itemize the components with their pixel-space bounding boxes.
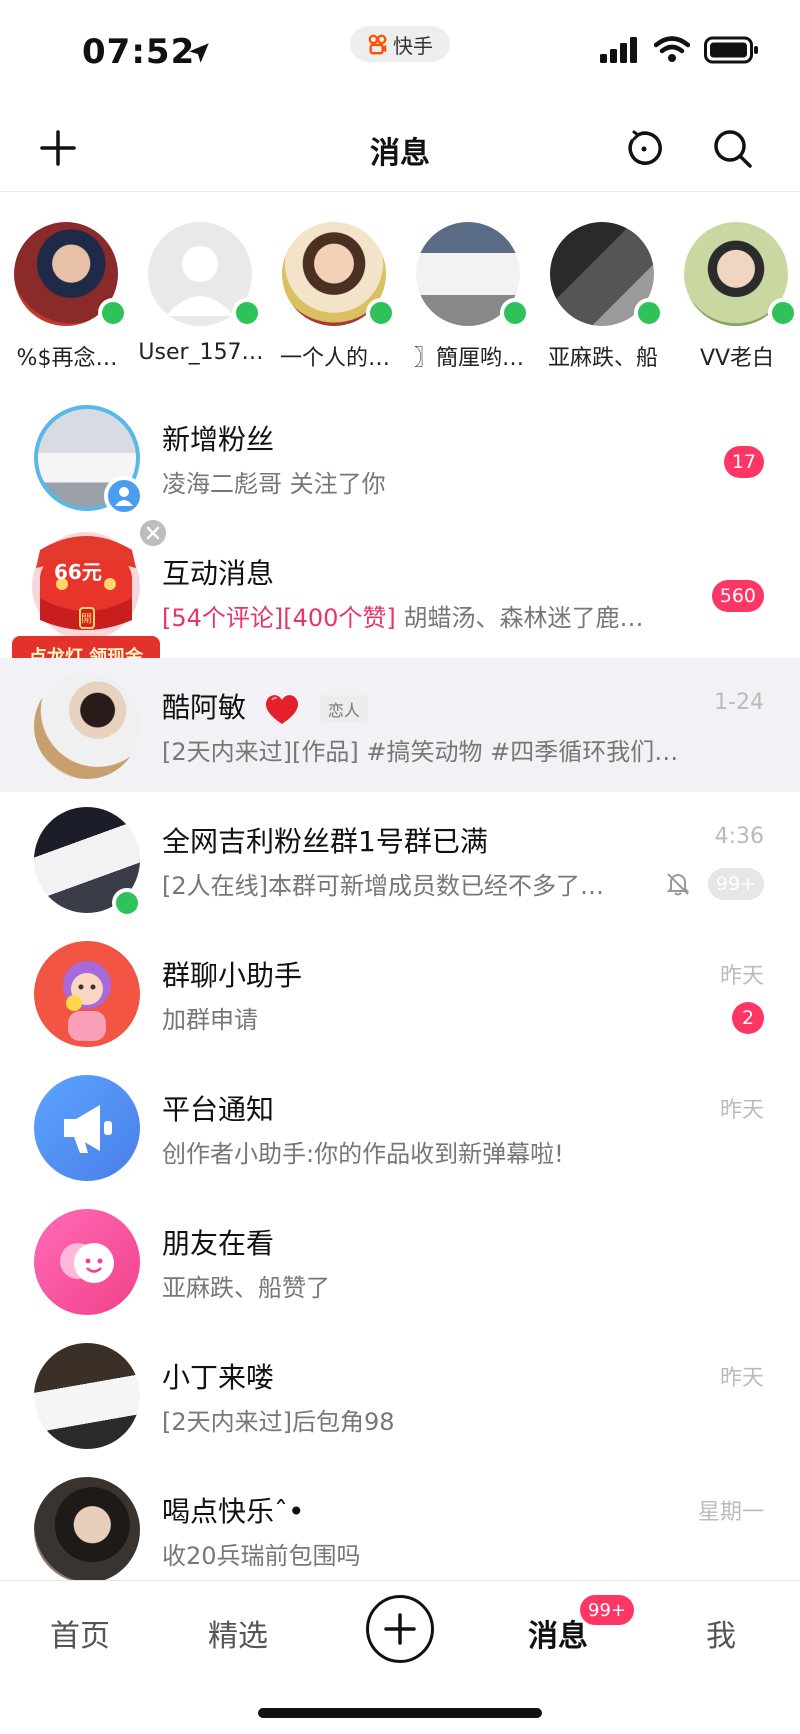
plus-icon [384,1613,416,1645]
message-time: 昨天 [719,1366,764,1391]
message-row-new-fans[interactable]: 新增粉丝 凌海二彪哥 关注了你 17 [0,390,800,524]
story-name: %$再念… [16,346,118,368]
close-icon[interactable] [140,520,166,546]
message-row-group[interactable]: 全网吉利粉丝群1号群已满 [2人在线]本群可新增成员数已经不多了… 4:36 9… [0,792,800,926]
create-button[interactable] [366,1595,434,1663]
avatar [34,1343,140,1449]
online-status-dot [634,298,664,328]
online-status-dot [366,298,396,328]
message-row-platform-notice[interactable]: 平台通知 创作者小助手:你的作品收到新弹幕啦! 昨天 [0,1060,800,1194]
online-friends-row: %$再念… User_157… 一个人的… 〗簡厘哟… 亚麻跌、船 VV老白 [0,218,800,368]
status-bar: 07:52 快手 [0,0,800,100]
message-preview: 凌海二彪哥 关注了你 [162,470,386,498]
promo-lantern-text: 開 [81,612,92,625]
message-preview: [2天内来过]后包角98 [162,1408,395,1436]
heart-icon [265,695,298,724]
status-time: 07:52 [82,32,196,72]
message-title: 全网吉利粉丝群1号群已满 [162,825,488,858]
app-indicator-label: 快手 [393,33,433,58]
kuaishou-logo-icon [368,34,387,55]
online-status-dot [768,298,798,328]
message-title: 朋友在看 [162,1227,275,1260]
message-row-chat[interactable]: 酷阿敏 恋人 [2天内来过][作品] #搞笑动物 #四季循环我们… 1-24 [0,658,800,792]
tab-home[interactable]: 首页 [50,1611,110,1655]
message-row-chat[interactable]: 小丁来喽 [2天内来过]后包角98 昨天 [0,1328,800,1462]
message-title: 群聊小助手 [162,959,303,992]
bottom-tab-bar: 首页 精选 消息 99+ 我 [0,1580,800,1680]
home-indicator [258,1708,542,1718]
story-name: 亚麻跌、船 [547,346,658,368]
message-preview: 收20兵瑞前包围吗 [162,1542,361,1570]
avatar [34,1209,140,1315]
message-time: 昨天 [719,1098,764,1123]
relationship-tag: 恋人 [319,695,368,723]
history-icon[interactable] [624,128,664,168]
friends-watching-icon [60,1243,114,1283]
story-name: 〗簡厘哟… [413,346,524,368]
message-title: 小丁来喽 [162,1361,275,1394]
battery-icon [704,36,758,64]
online-status-dot [232,298,262,328]
message-row-group-assistant[interactable]: 群聊小助手 加群申请 昨天 2 [0,926,800,1060]
message-title: 喝点快乐ˆ• [162,1495,305,1528]
avatar [34,1075,140,1181]
mute-bell-icon [666,873,690,896]
message-time: 4:36 [714,824,764,849]
online-status-dot [500,298,530,328]
tab-me[interactable]: 我 [706,1611,736,1655]
nav-header: 消息 [0,100,800,192]
message-preview: 加群申请 [162,1006,258,1034]
avatar [34,941,140,1047]
message-preview: 创作者小助手:你的作品收到新弹幕啦! [162,1140,564,1168]
message-title: 酷阿敏 恋人 [162,686,368,726]
message-title: 平台通知 [162,1093,275,1126]
message-title: 新增粉丝 [162,423,275,456]
search-icon[interactable] [712,128,754,170]
assistant-character-icon [63,961,111,1041]
story-name: User_157… [138,340,264,365]
message-preview: 亚麻跌、船赞了 [162,1274,330,1302]
new-fan-badge-icon [104,476,144,516]
online-status-dot [98,298,128,328]
message-title: 互动消息 [162,557,275,590]
message-time: 昨天 [719,964,764,989]
unread-badge: 17 [723,446,764,478]
location-arrow-icon [189,43,209,63]
message-row-friends-watching[interactable]: 朋友在看 亚麻跌、船赞了 [0,1194,800,1328]
message-preview: [54个评论][400个赞] 胡蜡汤、森林迷了鹿… [162,598,643,633]
message-preview: [2天内来过][作品] #搞笑动物 #四季循环我们… [162,738,679,766]
avatar [34,673,140,779]
promo-amount: 66元 [54,560,102,584]
avatar [34,1477,140,1580]
tab-featured[interactable]: 精选 [208,1611,268,1655]
story-name: VV老白 [699,346,775,368]
megaphone-icon [64,1105,112,1153]
unread-badge: 560 [711,580,764,612]
contact-name: 酷阿敏 [162,691,247,724]
page-title: 消息 [370,136,430,171]
interaction-count: [54个评论][400个赞] [162,604,396,632]
unread-badge: 2 [732,1002,764,1034]
cellular-signal-icon [600,37,637,63]
unread-badge: 99+ [707,868,764,900]
story-name: 一个人的… [279,346,390,368]
message-row-chat[interactable]: 喝点快乐ˆ• 收20兵瑞前包围吗 星期一 [0,1462,800,1580]
message-time: 星期一 [697,1500,764,1525]
online-status-dot [112,888,142,918]
interaction-users: 胡蜡汤、森林迷了鹿… [395,604,644,632]
message-time: 1-24 [714,690,764,715]
tab-messages[interactable]: 消息 [528,1611,588,1655]
app-indicator-pill[interactable]: 快手 [350,26,450,62]
message-preview: [2人在线]本群可新增成员数已经不多了… [162,872,604,900]
messages-tab-badge: 99+ [580,1595,634,1625]
wifi-icon [654,36,690,62]
